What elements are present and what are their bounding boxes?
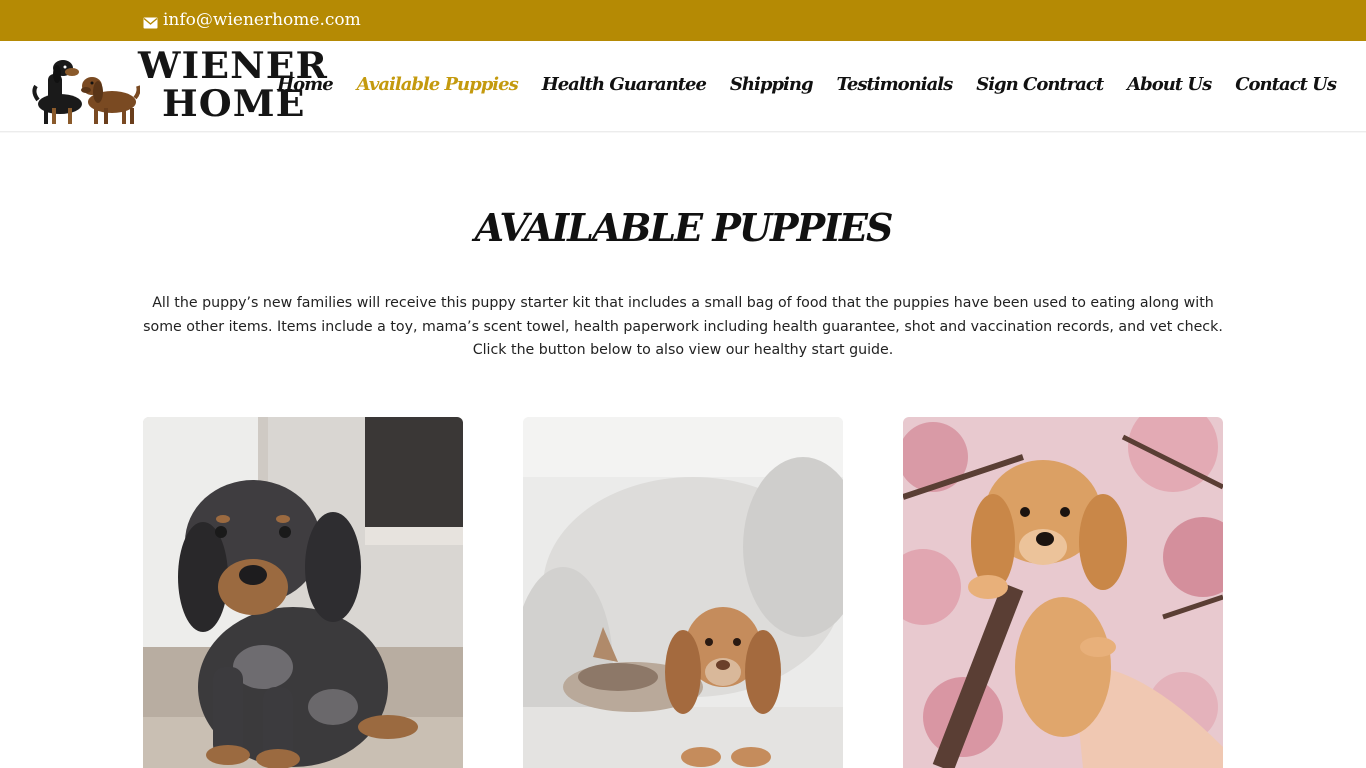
puppy-card[interactable]	[903, 417, 1223, 768]
nav-available-puppies[interactable]: Available Puppies	[357, 74, 519, 95]
page-title: AVAILABLE PUPPIES	[474, 205, 894, 250]
puppy-card[interactable]	[143, 417, 463, 768]
email-text: info@wienerhome.com	[163, 10, 361, 30]
nav-about-us[interactable]: About Us	[1127, 74, 1212, 95]
site-header: WIENER HOME Home Available Puppies Healt…	[0, 41, 1366, 132]
envelope-icon	[143, 14, 158, 29]
nav-contact-us[interactable]: Contact Us	[1235, 74, 1337, 95]
puppy-photo	[523, 417, 843, 768]
puppy-photo	[903, 417, 1223, 768]
nav-testimonials[interactable]: Testimonials	[837, 74, 954, 95]
nav-shipping[interactable]: Shipping	[730, 74, 814, 95]
nav-sign-contract[interactable]: Sign Contract	[976, 74, 1104, 95]
site-logo[interactable]: WIENER HOME	[30, 46, 327, 128]
top-bar: info@wienerhome.com	[0, 0, 1366, 41]
nav-health-guarantee[interactable]: Health Guarantee	[542, 74, 707, 95]
puppy-card[interactable]	[523, 417, 843, 768]
intro-text: All the puppy’s new families will receiv…	[143, 295, 1223, 358]
email-link[interactable]: info@wienerhome.com	[143, 10, 361, 30]
main-nav: Home Available Puppies Health Guarantee …	[277, 74, 1337, 95]
puppy-photo	[143, 417, 463, 768]
nav-home[interactable]: Home	[277, 74, 334, 95]
dachshunds-logo-icon	[32, 60, 140, 124]
